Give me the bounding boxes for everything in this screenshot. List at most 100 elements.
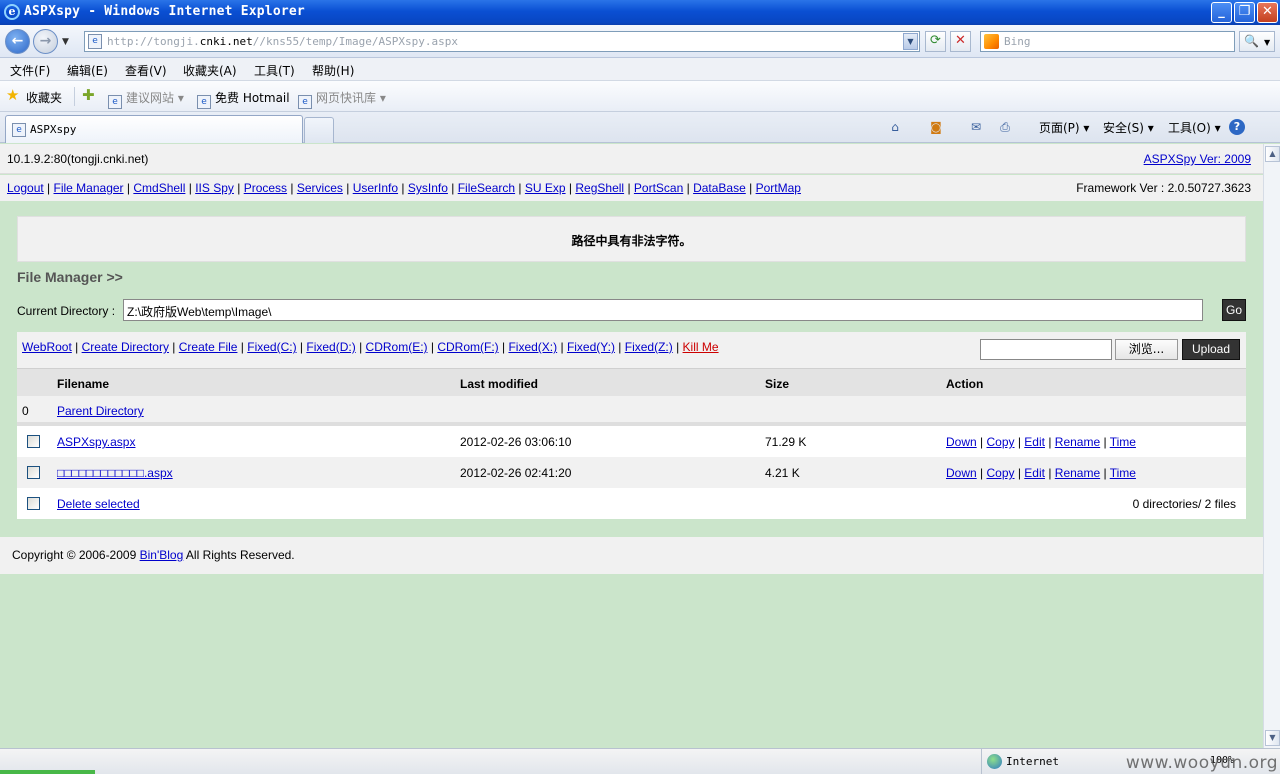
current-directory-input[interactable]: Z:\政府版Web\temp\Image\ bbox=[123, 299, 1203, 321]
refresh-button[interactable]: ⟳ bbox=[925, 31, 946, 52]
vertical-scrollbar[interactable]: ▲ ▼ bbox=[1263, 144, 1280, 748]
fav-hotmail[interactable]: e 免费 Hotmail bbox=[197, 89, 290, 109]
link-drive-c[interactable]: Fixed(C:) bbox=[247, 340, 296, 354]
col-size: Size bbox=[765, 377, 790, 391]
nav-userinfo[interactable]: UserInfo bbox=[353, 181, 398, 195]
link-drive-d[interactable]: Fixed(D:) bbox=[306, 340, 355, 354]
address-dropdown-icon[interactable]: ▼ bbox=[903, 33, 918, 50]
ie-logo-icon: e bbox=[4, 4, 20, 20]
favorites-button[interactable]: 收藏夹 bbox=[26, 89, 62, 106]
upload-file-input[interactable] bbox=[980, 339, 1112, 360]
nav-iis-spy[interactable]: IIS Spy bbox=[195, 181, 234, 195]
action-down[interactable]: Down bbox=[946, 466, 977, 480]
tools-menu[interactable]: 工具(O) ▾ bbox=[1168, 119, 1221, 136]
nav-su-exp[interactable]: SU Exp bbox=[525, 181, 566, 195]
history-dropdown-icon[interactable]: ▼ bbox=[62, 37, 69, 47]
action-rename[interactable]: Rename bbox=[1055, 435, 1100, 449]
link-drive-x[interactable]: Fixed(X:) bbox=[508, 340, 557, 354]
add-favorite-icon[interactable]: ✚ bbox=[82, 88, 95, 103]
scroll-up-icon[interactable]: ▲ bbox=[1265, 146, 1280, 162]
nav-process[interactable]: Process bbox=[244, 181, 287, 195]
menu-favorites[interactable]: 收藏夹(A) bbox=[183, 62, 237, 79]
search-dropdown-icon[interactable]: ▼ bbox=[1264, 38, 1270, 47]
link-create-file[interactable]: Create File bbox=[179, 340, 238, 354]
browse-button[interactable]: 浏览... bbox=[1115, 339, 1178, 360]
page-menu[interactable]: 页面(P) ▾ bbox=[1039, 119, 1089, 136]
menu-edit[interactable]: 编辑(E) bbox=[67, 62, 108, 79]
nav-portmap[interactable]: PortMap bbox=[756, 181, 801, 195]
stop-button[interactable]: ✕ bbox=[950, 31, 971, 52]
file-actions: Down | Copy | Edit | Rename | Time bbox=[946, 466, 1136, 480]
action-down[interactable]: Down bbox=[946, 435, 977, 449]
menu-help[interactable]: 帮助(H) bbox=[312, 62, 354, 79]
action-edit[interactable]: Edit bbox=[1024, 435, 1045, 449]
print-icon[interactable]: ⎙ bbox=[997, 119, 1013, 135]
menu-file[interactable]: 文件(F) bbox=[10, 62, 50, 79]
link-webroot[interactable]: WebRoot bbox=[22, 340, 72, 354]
link-create-directory[interactable]: Create Directory bbox=[82, 340, 169, 354]
maximize-button[interactable]: ❐ bbox=[1234, 2, 1255, 23]
file-name-link[interactable]: ASPXspy.aspx bbox=[57, 435, 135, 449]
search-button[interactable]: 🔍 ▼ bbox=[1239, 31, 1275, 52]
nav-services[interactable]: Services bbox=[297, 181, 343, 195]
delete-selected-link[interactable]: Delete selected bbox=[57, 497, 140, 511]
nav-sysinfo[interactable]: SysInfo bbox=[408, 181, 448, 195]
file-summary: 0 directories/ 2 files bbox=[1132, 497, 1236, 511]
nav-file-manager[interactable]: File Manager bbox=[54, 181, 124, 195]
fav-suggested-sites[interactable]: e 建议网站 ▾ bbox=[108, 89, 184, 109]
minimize-button[interactable]: _ bbox=[1211, 2, 1232, 23]
host-strip: 10.1.9.2:80(tongji.cnki.net) ASPXSpy Ver… bbox=[0, 144, 1263, 174]
drive-links: WebRoot | Create Directory | Create File… bbox=[22, 340, 719, 354]
nav-logout[interactable]: Logout bbox=[7, 181, 44, 195]
upload-button[interactable]: Upload bbox=[1182, 339, 1240, 360]
link-drive-f[interactable]: CDRom(F:) bbox=[437, 340, 498, 354]
tab-aspxspy[interactable]: e ASPXspy bbox=[5, 115, 303, 143]
action-edit[interactable]: Edit bbox=[1024, 466, 1045, 480]
close-button[interactable]: ✕ bbox=[1257, 2, 1278, 23]
safety-menu[interactable]: 安全(S) ▾ bbox=[1103, 119, 1154, 136]
nav-database[interactable]: DataBase bbox=[693, 181, 746, 195]
file-name-link[interactable]: □□□□□□□□□□□□.aspx bbox=[57, 466, 173, 480]
link-kill-me[interactable]: Kill Me bbox=[683, 340, 719, 354]
stop-icon: ✕ bbox=[955, 33, 966, 48]
search-placeholder: Bing bbox=[1004, 35, 1031, 48]
col-action: Action bbox=[946, 377, 984, 391]
footer: Copyright © 2006-2009 Bin'Blog All Right… bbox=[0, 537, 1263, 574]
action-copy[interactable]: Copy bbox=[986, 466, 1014, 480]
menu-tools[interactable]: 工具(T) bbox=[254, 62, 295, 79]
nav-regshell[interactable]: RegShell bbox=[575, 181, 624, 195]
tab-page-icon: e bbox=[12, 123, 26, 137]
home-icon[interactable]: ⌂ bbox=[887, 119, 903, 135]
nav-filesearch[interactable]: FileSearch bbox=[458, 181, 515, 195]
action-time[interactable]: Time bbox=[1110, 435, 1136, 449]
row-checkbox[interactable] bbox=[27, 466, 40, 479]
nav-portscan[interactable]: PortScan bbox=[634, 181, 683, 195]
help-icon[interactable]: ? bbox=[1229, 119, 1245, 135]
link-drive-y[interactable]: Fixed(Y:) bbox=[567, 340, 615, 354]
row-checkbox[interactable] bbox=[27, 435, 40, 448]
select-all-checkbox[interactable] bbox=[27, 497, 40, 510]
search-input[interactable]: Bing bbox=[980, 31, 1235, 52]
fav-web-slices[interactable]: e 网页快讯库 ▾ bbox=[298, 89, 386, 109]
go-button[interactable]: Go bbox=[1222, 299, 1246, 321]
mail-icon[interactable]: ✉ bbox=[968, 119, 984, 135]
version-link[interactable]: ASPXSpy Ver: 2009 bbox=[1144, 152, 1251, 166]
nav-cmdshell[interactable]: CmdShell bbox=[133, 181, 185, 195]
link-drive-z[interactable]: Fixed(Z:) bbox=[625, 340, 673, 354]
blog-link[interactable]: Bin'Blog bbox=[140, 548, 184, 562]
link-drive-e[interactable]: CDRom(E:) bbox=[366, 340, 428, 354]
action-copy[interactable]: Copy bbox=[986, 435, 1014, 449]
security-zone[interactable]: Internet bbox=[981, 749, 1136, 774]
forward-arrow-icon: → bbox=[39, 33, 52, 49]
menu-view[interactable]: 查看(V) bbox=[125, 62, 167, 79]
feeds-icon[interactable]: ◙ bbox=[928, 119, 944, 135]
new-tab-button[interactable] bbox=[304, 117, 334, 143]
forward-button[interactable]: → bbox=[33, 29, 58, 54]
scroll-down-icon[interactable]: ▼ bbox=[1265, 730, 1280, 746]
back-button[interactable]: ← bbox=[5, 29, 30, 54]
address-input[interactable]: e http://tongji.cnki.net//kns55/temp/Ima… bbox=[84, 31, 920, 52]
parent-directory-link[interactable]: Parent Directory bbox=[57, 404, 144, 418]
url-text: http://tongji.cnki.net//kns55/temp/Image… bbox=[107, 35, 459, 48]
action-rename[interactable]: Rename bbox=[1055, 466, 1100, 480]
action-time[interactable]: Time bbox=[1110, 466, 1136, 480]
